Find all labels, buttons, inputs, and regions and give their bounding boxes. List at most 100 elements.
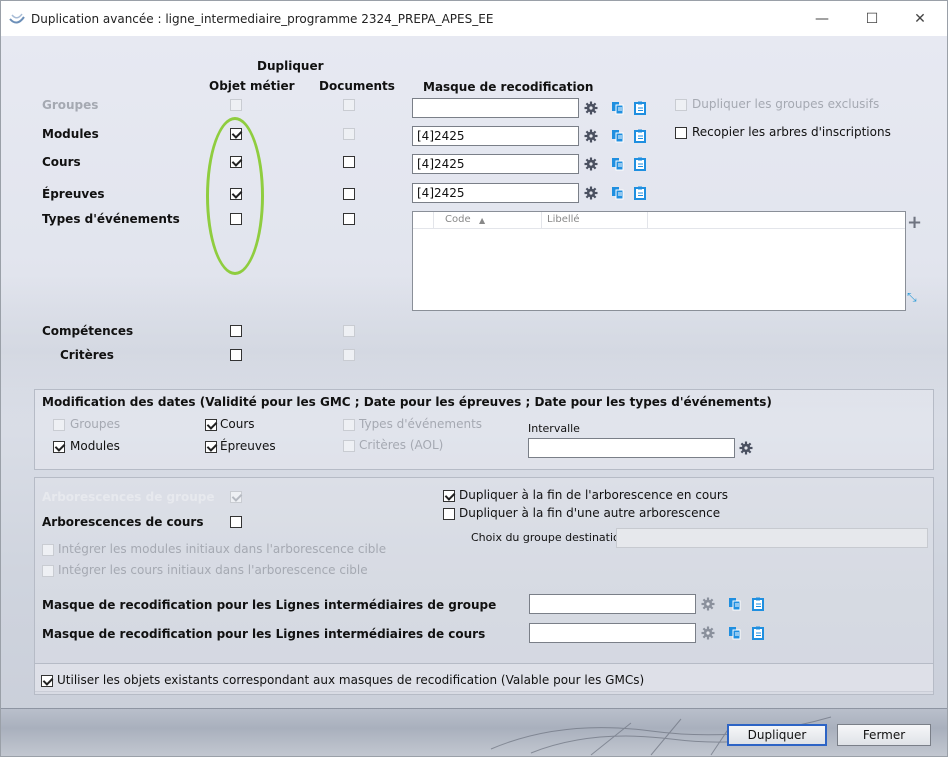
- mask-input-epreuves[interactable]: [4]2425: [412, 183, 579, 203]
- paste-icon[interactable]: [751, 597, 765, 611]
- row-label-epreuves: Épreuves: [42, 187, 105, 201]
- expand-icon[interactable]: ⤡: [907, 290, 917, 305]
- checkbox-integrer-cours[interactable]: [42, 565, 54, 577]
- label-masque-cours: Masque de recodification pour les Lignes…: [42, 627, 486, 641]
- copy-icon[interactable]: [611, 157, 625, 171]
- types-evenements-grid[interactable]: Code ▲ Libellé: [412, 211, 906, 311]
- mask-input-modules[interactable]: [4]2425: [412, 126, 579, 146]
- label-fin-en-cours: Dupliquer à la fin de l'arborescence en …: [459, 488, 729, 502]
- label-arbo-cours: Arborescences de cours: [42, 515, 204, 529]
- gear-icon[interactable]: [701, 626, 715, 640]
- paste-icon[interactable]: [633, 129, 647, 143]
- gear-icon[interactable]: [584, 157, 598, 171]
- label-recopier-arbres: Recopier les arbres d'inscriptions: [692, 125, 891, 139]
- label-dates-cours: Cours: [220, 417, 255, 431]
- intervalle-input[interactable]: [528, 438, 735, 458]
- checkbox-dates-criteres-aol[interactable]: [343, 440, 355, 452]
- paste-icon[interactable]: [633, 157, 647, 171]
- checkbox-doc-criteres[interactable]: [343, 349, 355, 361]
- row-label-cours: Cours: [42, 155, 81, 169]
- title-bar: Duplication avancée : ligne_intermediair…: [0, 0, 948, 37]
- close-button[interactable]: ✕: [897, 1, 943, 37]
- label-choix-groupe: Choix du groupe destination: [471, 531, 627, 544]
- mask-input-groupes[interactable]: [412, 98, 579, 118]
- grid-column-separator: [541, 212, 542, 228]
- checkbox-arbo-groupe[interactable]: [230, 491, 242, 503]
- checkbox-doc-epreuves[interactable]: [343, 188, 355, 200]
- maximize-button[interactable]: ☐: [849, 1, 895, 37]
- label-fin-autre: Dupliquer à la fin d'une autre arboresce…: [459, 506, 721, 520]
- grid-col-code[interactable]: Code: [445, 214, 471, 225]
- copy-icon[interactable]: [728, 626, 742, 640]
- checkbox-objet-groupes[interactable]: [230, 99, 242, 111]
- gear-icon[interactable]: [584, 186, 598, 200]
- row-label-criteres: Critères: [60, 348, 114, 362]
- header-documents: Documents: [319, 79, 395, 93]
- label-masque-groupe: Masque de recodification pour les Lignes…: [42, 598, 497, 612]
- row-label-competences: Compétences: [42, 324, 134, 338]
- checkbox-dates-types-evenements[interactable]: [343, 419, 355, 431]
- row-label-groupes: Groupes: [42, 98, 99, 112]
- paste-icon[interactable]: [751, 626, 765, 640]
- row-label-types-evenements: Types d'événements: [42, 212, 180, 226]
- grid-column-separator: [433, 212, 434, 228]
- checkbox-utiliser-objets[interactable]: [41, 675, 53, 687]
- checkbox-doc-competences[interactable]: [343, 325, 355, 337]
- footer-bar: Dupliquer Fermer: [1, 708, 947, 756]
- add-icon[interactable]: +: [907, 212, 922, 233]
- checkbox-dates-epreuves[interactable]: [205, 441, 217, 453]
- grid-col-libelle[interactable]: Libellé: [547, 214, 580, 225]
- fermer-button[interactable]: Fermer: [837, 724, 931, 746]
- checkbox-doc-types-evenements[interactable]: [343, 213, 355, 225]
- label-dupliquer-groupes-exclusifs: Dupliquer les groupes exclusifs: [692, 97, 880, 111]
- paste-icon[interactable]: [633, 101, 647, 115]
- sort-ascending-icon: ▲: [479, 216, 486, 225]
- checkbox-objet-competences[interactable]: [230, 325, 242, 337]
- grid-column-separator: [647, 212, 648, 228]
- label-dates-types-evenements: Types d'événements: [359, 417, 483, 431]
- label-dates-modules: Modules: [70, 439, 120, 453]
- copy-icon[interactable]: [611, 186, 625, 200]
- checkbox-integrer-modules[interactable]: [42, 544, 54, 556]
- header-masque: Masque de recodification: [423, 80, 594, 94]
- header-objet-metier: Objet métier: [209, 79, 295, 93]
- checkbox-recopier-arbres[interactable]: [675, 127, 687, 139]
- gear-icon[interactable]: [584, 129, 598, 143]
- checkbox-dates-groupes[interactable]: [53, 419, 65, 431]
- label-integrer-cours: Intégrer les cours initiaux dans l'arbor…: [58, 563, 368, 577]
- paste-icon[interactable]: [633, 186, 647, 200]
- row-label-modules: Modules: [42, 127, 99, 141]
- checkbox-dupliquer-groupes-exclusifs[interactable]: [675, 99, 687, 111]
- choix-groupe-input[interactable]: [616, 528, 928, 548]
- label-dates-epreuves: Épreuves: [220, 439, 276, 453]
- copy-icon[interactable]: [611, 101, 625, 115]
- gear-icon[interactable]: [701, 597, 715, 611]
- checkbox-fin-autre[interactable]: [443, 508, 455, 520]
- checkbox-fin-en-cours[interactable]: [443, 490, 455, 502]
- grid-header: Code ▲ Libellé: [413, 212, 905, 229]
- gear-icon[interactable]: [739, 441, 753, 455]
- copy-icon[interactable]: [728, 597, 742, 611]
- label-intervalle: Intervalle: [528, 422, 580, 435]
- checkbox-doc-groupes[interactable]: [343, 99, 355, 111]
- gear-icon[interactable]: [584, 101, 598, 115]
- checkbox-doc-cours[interactable]: [343, 156, 355, 168]
- checkbox-arbo-cours[interactable]: [230, 516, 242, 528]
- label-dates-groupes: Groupes: [70, 417, 121, 431]
- app-logo-icon: [9, 13, 25, 24]
- highlight-ring: [206, 117, 264, 275]
- dialog-content: Dupliquer Objet métier Documents Masque …: [0, 36, 948, 757]
- minimize-button[interactable]: —: [799, 1, 845, 37]
- checkbox-objet-criteres[interactable]: [230, 349, 242, 361]
- window-title: Duplication avancée : ligne_intermediair…: [31, 12, 494, 26]
- checkbox-dates-cours[interactable]: [205, 419, 217, 431]
- masque-cours-input[interactable]: [529, 623, 696, 643]
- label-utiliser-objets: Utiliser les objets existants correspond…: [57, 673, 645, 687]
- dupliquer-button[interactable]: Dupliquer: [727, 724, 827, 746]
- mask-input-cours[interactable]: [4]2425: [412, 154, 579, 174]
- checkbox-dates-modules[interactable]: [53, 441, 65, 453]
- label-integrer-modules: Intégrer les modules initiaux dans l'arb…: [58, 542, 387, 556]
- checkbox-doc-modules[interactable]: [343, 128, 355, 140]
- copy-icon[interactable]: [611, 129, 625, 143]
- masque-groupe-input[interactable]: [529, 594, 696, 614]
